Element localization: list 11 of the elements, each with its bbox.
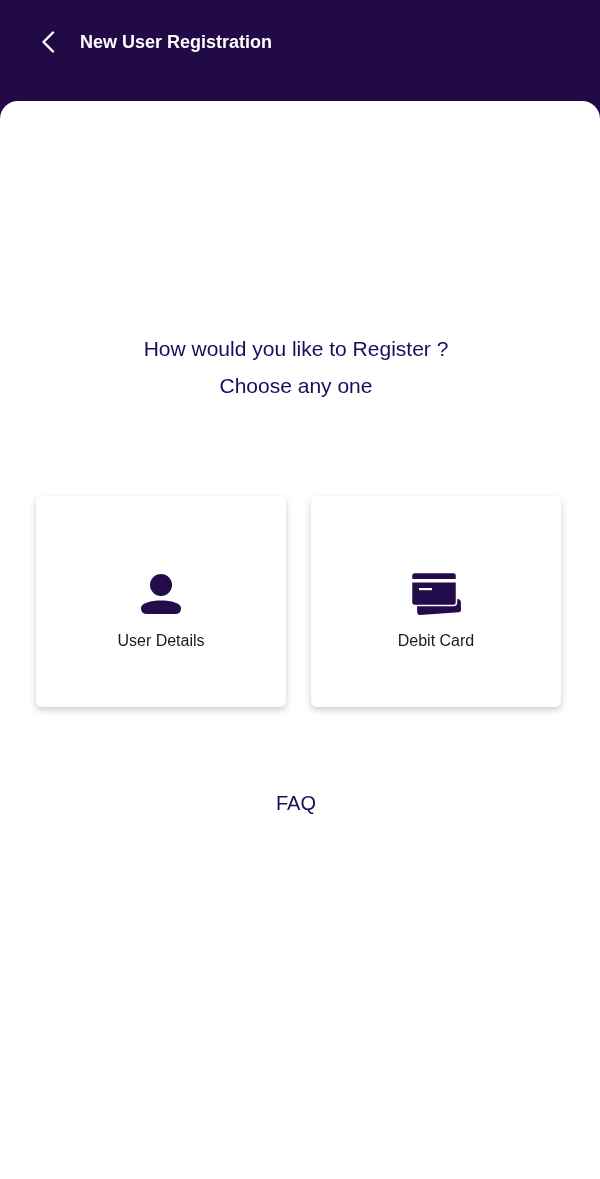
- question-text: How would you like to Register ?: [143, 336, 449, 362]
- option-label: User Details: [117, 631, 205, 651]
- page-title: New User Registration: [80, 31, 273, 54]
- option-label: Debit Card: [397, 631, 475, 651]
- credit-card-icon: [411, 572, 461, 615]
- option-card[interactable]: User Details: [36, 496, 286, 707]
- option-card[interactable]: Debit Card: [311, 496, 561, 707]
- person-icon: [141, 573, 181, 614]
- back-chevron-icon: [41, 31, 55, 53]
- instruction-text: Choose any one: [219, 373, 373, 399]
- faq-link[interactable]: FAQ: [276, 790, 316, 816]
